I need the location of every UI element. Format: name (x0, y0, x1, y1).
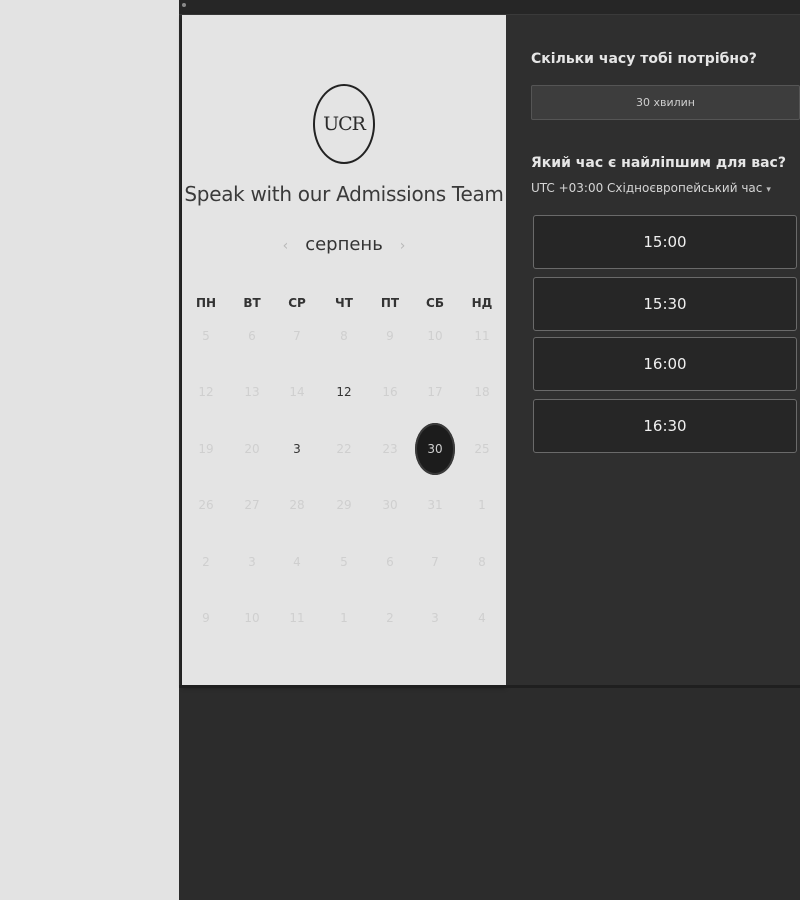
calendar-day: 30 (382, 498, 398, 512)
calendar-day: 20 (244, 442, 260, 456)
weekday-label: СБ (426, 296, 444, 310)
calendar-day: 31 (427, 498, 443, 512)
weekday-label: ПН (195, 296, 217, 310)
top-bar (179, 0, 800, 15)
calendar-day: 22 (336, 442, 352, 456)
window-dot-icon (182, 3, 186, 7)
calendar-day: 9 (202, 611, 210, 625)
weekday-label: СР (288, 296, 306, 310)
time-slot-button[interactable]: 15:30 (533, 277, 797, 331)
duration-select[interactable]: 30 хвилин (531, 85, 800, 120)
month-navigation: ‹ серпень › (182, 234, 506, 255)
calendar-day: 2 (202, 555, 210, 569)
calendar-day: 29 (336, 498, 352, 512)
weekday-label: ВТ (243, 296, 261, 310)
time-slot-button[interactable]: 16:30 (533, 399, 797, 453)
calendar-day: 7 (293, 329, 301, 343)
calendar-day: 1 (478, 498, 486, 512)
calendar-day: 26 (198, 498, 214, 512)
prev-month-icon[interactable]: ‹ (275, 238, 295, 254)
time-question: Який час є найліпшим для вас? (531, 155, 786, 171)
calendar-day: 11 (289, 611, 305, 625)
calendar-day: 6 (248, 329, 256, 343)
calendar-day: 1 (340, 611, 348, 625)
calendar-day: 7 (431, 555, 439, 569)
month-label: серпень (305, 234, 383, 255)
calendar-day: 5 (340, 555, 348, 569)
available-day[interactable]: 12 (324, 382, 364, 402)
weekday-label: ПТ (380, 296, 400, 310)
calendar-day: 4 (293, 555, 301, 569)
calendar-day: 12 (198, 385, 214, 399)
calendar-day: 10 (427, 329, 443, 343)
calendar-day: 3 (248, 555, 256, 569)
calendar-day: 6 (386, 555, 394, 569)
logo-text: UCR (323, 113, 366, 135)
duration-question: Скільки часу тобі потрібно? (531, 51, 757, 67)
page-title: Speak with our Admissions Team (184, 182, 504, 206)
calendar-day: 11 (474, 329, 490, 343)
calendar-day: 8 (340, 329, 348, 343)
calendar-day: 23 (382, 442, 398, 456)
calendar-day: 2 (386, 611, 394, 625)
calendar-day: 8 (478, 555, 486, 569)
calendar-panel: UCR Speak with our Admissions Team ‹ сер… (182, 15, 506, 685)
weekday-label: НД (471, 296, 493, 310)
calendar-day: 10 (244, 611, 260, 625)
calendar-day: 25 (474, 442, 490, 456)
booking-panel: Скільки часу тобі потрібно? 30 хвилин Як… (506, 15, 800, 685)
calendar-day: 14 (289, 385, 305, 399)
calendar-day: 27 (244, 498, 260, 512)
weekday-label: ЧТ (335, 296, 353, 310)
calendar-day: 4 (478, 611, 486, 625)
time-slot-button[interactable]: 15:00 (533, 215, 797, 269)
selected-day[interactable]: 30 (415, 423, 455, 475)
calendar-day: 5 (202, 329, 210, 343)
calendar-day: 3 (431, 611, 439, 625)
calendar-day: 17 (427, 385, 443, 399)
calendar-day: 18 (474, 385, 490, 399)
next-month-icon[interactable]: › (393, 238, 413, 254)
available-day[interactable]: 3 (277, 439, 317, 459)
calendar-day: 19 (198, 442, 214, 456)
time-slot-button[interactable]: 16:00 (533, 337, 797, 391)
calendar-day: 13 (244, 385, 260, 399)
calendar-day: 16 (382, 385, 398, 399)
timezone-label: UTC +03:00 Східноєвропейський час (531, 181, 763, 195)
timezone-select[interactable]: UTC +03:00 Східноєвропейський час ▾ (531, 181, 771, 195)
calendar-day: 9 (386, 329, 394, 343)
chevron-down-icon: ▾ (766, 185, 771, 195)
ucr-logo: UCR (313, 84, 375, 164)
divider (179, 685, 800, 688)
calendar-day: 28 (289, 498, 305, 512)
